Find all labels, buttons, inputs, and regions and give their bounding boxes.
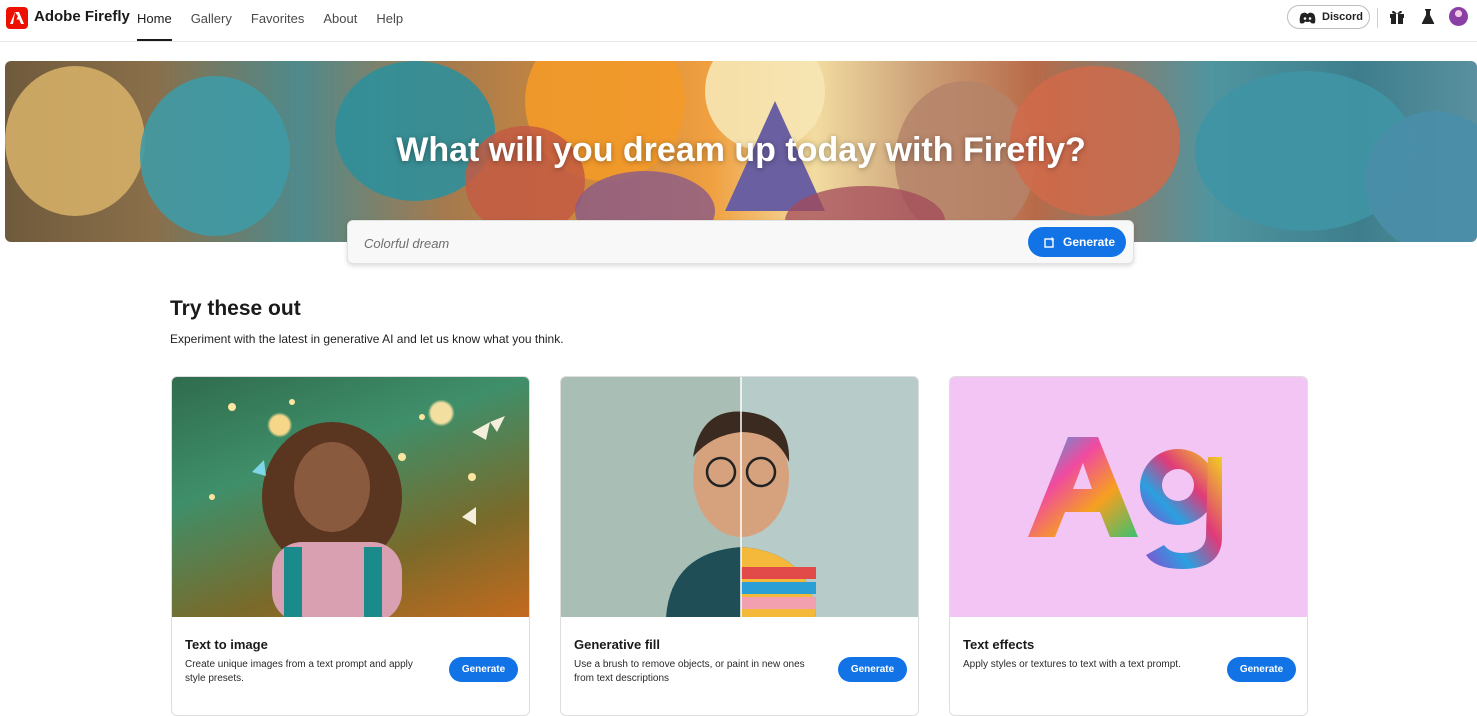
nav-about[interactable]: About — [323, 0, 357, 41]
card-title: Text effects — [963, 637, 1035, 652]
nav-home[interactable]: Home — [137, 0, 172, 41]
gift-icon[interactable] — [1388, 8, 1406, 26]
card-generative-fill[interactable]: Generative fill Use a brush to remove ob… — [560, 376, 919, 716]
adobe-logo-icon[interactable] — [6, 7, 28, 29]
hero-banner: What will you dream up today with Firefl… — [5, 61, 1477, 242]
card-generate-button[interactable]: Generate — [449, 657, 518, 682]
top-nav: Adobe Firefly Home Gallery Favorites Abo… — [0, 0, 1477, 42]
girl-with-butterflies-image — [172, 377, 529, 617]
card-text-to-image[interactable]: Text to image Create unique images from … — [171, 376, 530, 716]
card-description: Apply styles or textures to text with a … — [963, 659, 1181, 670]
section-subtitle: Experiment with the latest in generative… — [170, 332, 564, 346]
card-generate-button[interactable]: Generate — [1227, 657, 1296, 682]
discord-button[interactable]: Discord — [1287, 5, 1370, 29]
card-text-effects[interactable]: Text effects Apply styles or textures to… — [949, 376, 1308, 716]
prompt-input[interactable] — [362, 229, 1006, 257]
card-title: Text to image — [185, 637, 268, 652]
hero-generate-label: Generate — [1063, 235, 1116, 249]
discord-label: Discord — [1322, 11, 1363, 23]
avatar[interactable] — [1449, 7, 1468, 26]
split-portrait-image — [561, 377, 918, 617]
furry-ag-letters-image — [950, 377, 1307, 617]
toolbar-divider — [1377, 8, 1378, 28]
main-nav: Home Gallery Favorites About Help — [137, 0, 422, 41]
flask-icon[interactable] — [1419, 8, 1437, 26]
nav-help[interactable]: Help — [376, 0, 403, 41]
brand-name[interactable]: Adobe Firefly — [34, 8, 130, 25]
hero-title: What will you dream up today with Firefl… — [396, 131, 1086, 169]
nav-gallery[interactable]: Gallery — [191, 0, 232, 41]
section-title: Try these out — [170, 297, 301, 320]
nav-favorites[interactable]: Favorites — [251, 0, 304, 41]
discord-icon — [1299, 12, 1316, 24]
card-generate-button[interactable]: Generate — [838, 657, 907, 682]
card-description: Use a brush to remove objects, or paint … — [574, 659, 805, 684]
prompt-bar: Generate — [347, 220, 1134, 264]
card-description: Create unique images from a text prompt … — [185, 659, 413, 684]
card-title: Generative fill — [574, 637, 660, 652]
generate-icon — [1044, 236, 1055, 248]
hero-generate-button[interactable]: Generate — [1028, 227, 1126, 257]
